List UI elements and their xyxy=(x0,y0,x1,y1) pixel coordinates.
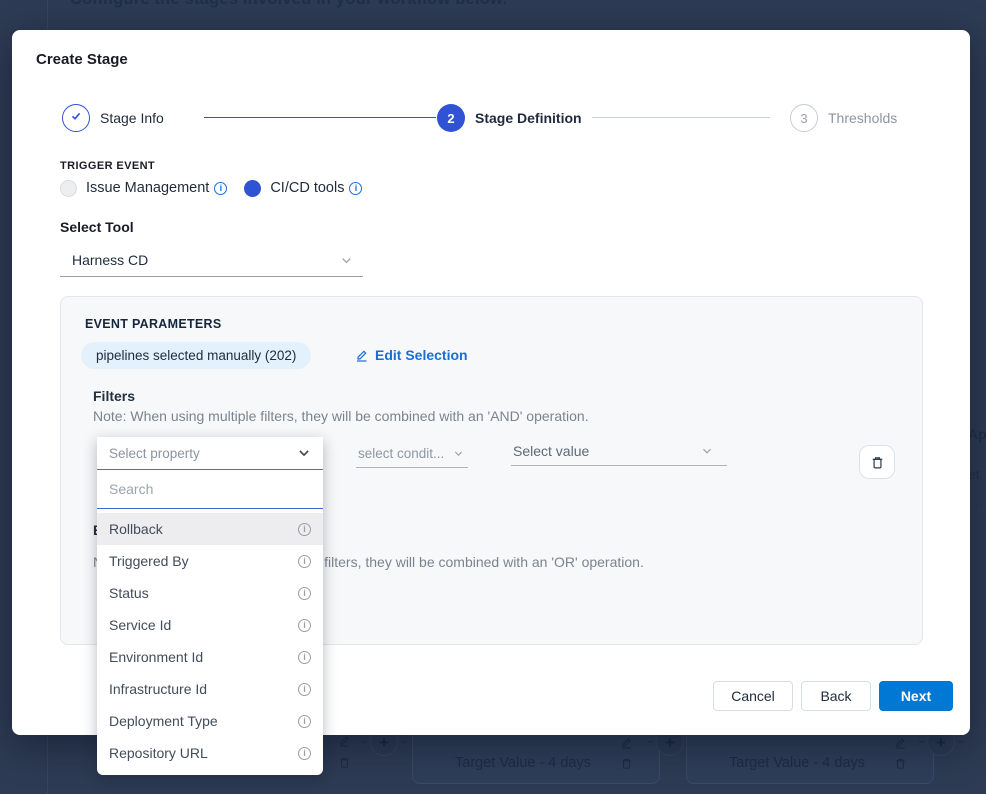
tool-select[interactable]: Harness CD xyxy=(60,244,363,277)
info-icon[interactable]: i xyxy=(298,651,311,664)
info-icon[interactable]: i xyxy=(298,683,311,696)
pencil-icon xyxy=(894,736,907,749)
chevron-down-icon xyxy=(453,448,464,459)
condition-select-placeholder: select condit... xyxy=(358,446,444,461)
delete-filter-button[interactable] xyxy=(859,445,895,479)
tool-select-value: Harness CD xyxy=(72,252,148,268)
check-icon xyxy=(69,109,83,128)
background-page-subtitle: Configure the stages involved in your wo… xyxy=(70,0,507,9)
radio-issue-management[interactable] xyxy=(60,180,77,197)
background-card-actions xyxy=(338,734,351,769)
info-icon[interactable]: i xyxy=(298,555,311,568)
chevron-down-icon xyxy=(297,446,311,460)
property-option-environment-id[interactable]: Environment Idi xyxy=(97,641,323,673)
property-option-repository-url[interactable]: Repository URLi xyxy=(97,737,323,769)
stepper: Stage Info 2 Stage Definition 3 Threshol… xyxy=(12,104,970,132)
property-option-rollback[interactable]: Rollbacki xyxy=(97,513,323,545)
info-icon[interactable]: i xyxy=(298,619,311,632)
background-card-title: Target Value - 4 days xyxy=(455,755,591,771)
trigger-event-label: TRIGGER EVENT xyxy=(60,160,155,172)
edit-icon xyxy=(355,348,369,362)
edit-selection-link[interactable]: Edit Selection xyxy=(355,347,468,363)
trash-icon xyxy=(338,756,351,769)
pencil-icon xyxy=(620,736,633,749)
edit-selection-label: Edit Selection xyxy=(375,347,468,363)
info-icon[interactable]: i xyxy=(298,587,311,600)
filters-title: Filters xyxy=(93,388,135,404)
selection-badge: pipelines selected manually (202) xyxy=(81,342,311,369)
next-button[interactable]: Next xyxy=(879,681,953,711)
background-text-fragment: Ap xyxy=(968,426,986,442)
event-parameters-title: EVENT PARAMETERS xyxy=(85,317,222,331)
step-3-indicator[interactable]: 3 xyxy=(790,104,818,132)
property-option-service-id[interactable]: Service Idi xyxy=(97,609,323,641)
property-select[interactable]: Select property xyxy=(97,437,323,470)
info-icon[interactable]: i xyxy=(349,182,362,195)
trash-icon xyxy=(894,757,907,770)
select-tool-label: Select Tool xyxy=(60,219,134,235)
cancel-button[interactable]: Cancel xyxy=(713,681,793,711)
property-option-triggered-by[interactable]: Triggered Byi xyxy=(97,545,323,577)
stepper-connector-active xyxy=(204,117,436,118)
property-option-deployment-type[interactable]: Deployment Typei xyxy=(97,705,323,737)
info-icon[interactable]: i xyxy=(214,182,227,195)
step-1-label: Stage Info xyxy=(100,104,164,132)
info-icon[interactable]: i xyxy=(298,747,311,760)
background-card-title: Target Value - 4 days xyxy=(729,755,865,771)
property-option-status[interactable]: Statusi xyxy=(97,577,323,609)
search-input[interactable] xyxy=(97,470,323,509)
background-text-fragment: et xyxy=(968,466,986,482)
step-3-label: Thresholds xyxy=(828,104,897,132)
modal-title: Create Stage xyxy=(36,51,128,68)
step-1-indicator[interactable] xyxy=(62,104,90,132)
chevron-down-icon xyxy=(340,254,353,267)
pencil-icon xyxy=(338,734,351,747)
property-option-infrastructure-id[interactable]: Infrastructure Idi xyxy=(97,673,323,705)
trash-icon xyxy=(870,455,885,470)
step-2-label: Stage Definition xyxy=(475,104,582,132)
value-select[interactable]: Select value xyxy=(511,443,727,466)
filters-note: Note: When using multiple filters, they … xyxy=(93,408,589,424)
radio-label: CI/CD tools xyxy=(270,180,344,196)
trash-icon xyxy=(620,757,633,770)
radio-label: Issue Management xyxy=(86,180,209,196)
back-button[interactable]: Back xyxy=(801,681,871,711)
value-select-placeholder: Select value xyxy=(513,443,589,459)
info-icon[interactable]: i xyxy=(298,715,311,728)
chevron-down-icon xyxy=(701,445,713,457)
condition-select[interactable]: select condit... xyxy=(356,446,468,468)
stepper-connector-inactive xyxy=(592,117,770,118)
screen: Configure the stages involved in your wo… xyxy=(0,0,986,794)
trigger-event-options: Issue Management i CI/CD tools i xyxy=(60,178,362,198)
property-option-list: Rollbacki Triggered Byi Statusi Service … xyxy=(97,509,323,775)
property-select-placeholder: Select property xyxy=(109,446,200,461)
info-icon[interactable]: i xyxy=(298,523,311,536)
step-2-indicator[interactable]: 2 xyxy=(437,104,465,132)
radio-cicd-tools[interactable] xyxy=(244,180,261,197)
property-dropdown: Select property Rollbacki Triggered Byi … xyxy=(97,437,323,775)
